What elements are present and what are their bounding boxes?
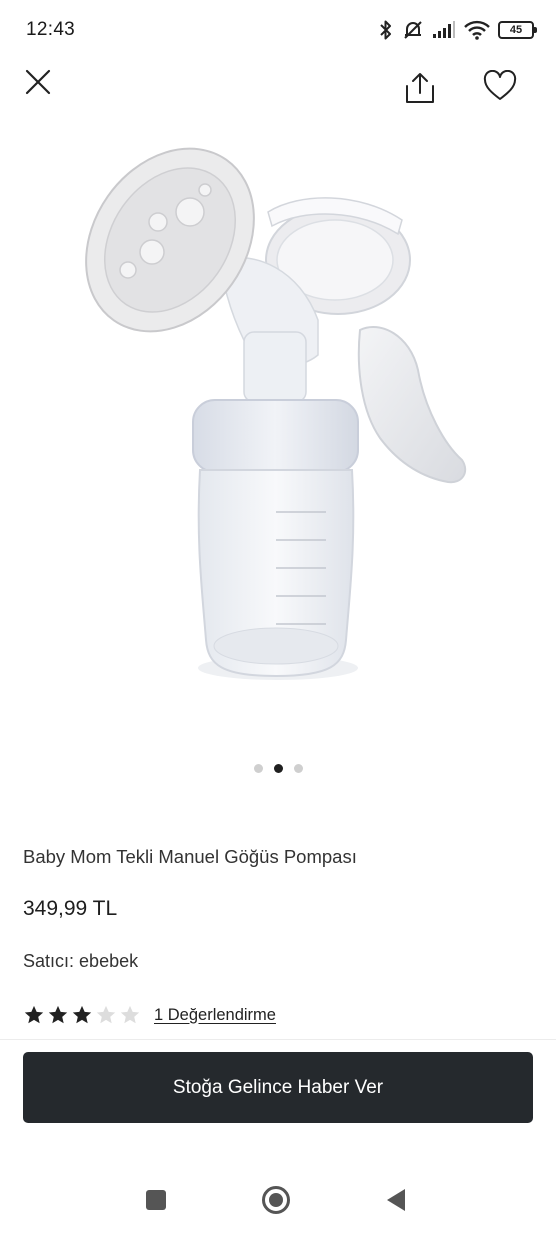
pager-dot-active[interactable] (273, 764, 283, 773)
muted-alarm-icon (402, 19, 424, 41)
favorite-button[interactable] (478, 64, 522, 108)
seller-label: Satıcı: (23, 951, 75, 971)
pager-dot[interactable] (253, 764, 263, 773)
heart-icon (483, 70, 517, 100)
wifi-icon (464, 20, 490, 40)
product-image[interactable] (0, 120, 556, 750)
rating-row: 1 Değerlendirme (23, 1004, 276, 1026)
product-title: Baby Mom Tekli Manuel Göğüs Pompası (23, 846, 357, 867)
status-icons: 45 (378, 17, 537, 43)
status-time: 12:43 (26, 19, 76, 40)
back-icon (387, 1189, 405, 1211)
bluetooth-icon (378, 19, 394, 41)
star-filled-icon (24, 1005, 44, 1024)
home-button[interactable] (256, 1180, 296, 1220)
rating-stars (23, 1004, 141, 1026)
pager-dot[interactable] (293, 764, 303, 773)
divider (0, 1039, 556, 1040)
share-button[interactable] (398, 66, 442, 110)
notify-when-in-stock-button[interactable]: Stoğa Gelince Haber Ver (23, 1052, 533, 1123)
back-button[interactable] (376, 1180, 416, 1220)
reviews-link[interactable]: 1 Değerlendirme (154, 1006, 276, 1025)
close-icon (25, 69, 51, 95)
home-icon (262, 1186, 290, 1214)
close-button[interactable] (16, 60, 60, 104)
seller-name[interactable]: ebebek (79, 951, 138, 971)
top-bar (0, 60, 556, 120)
star-filled-icon (48, 1005, 68, 1024)
seller-info: Satıcı: ebebek (23, 951, 138, 972)
recents-icon (146, 1190, 166, 1210)
system-nav-bar (0, 1160, 556, 1235)
image-pager (0, 764, 556, 773)
star-filled-icon (72, 1005, 92, 1024)
status-bar: 12:43 45 (0, 0, 556, 60)
share-icon (406, 73, 434, 103)
star-empty-icon (120, 1005, 140, 1024)
recents-button[interactable] (136, 1180, 176, 1220)
battery-icon: 45 (498, 21, 537, 39)
product-price: 349,99 TL (23, 897, 118, 920)
star-empty-icon (96, 1005, 116, 1024)
signal-icon (432, 21, 456, 39)
